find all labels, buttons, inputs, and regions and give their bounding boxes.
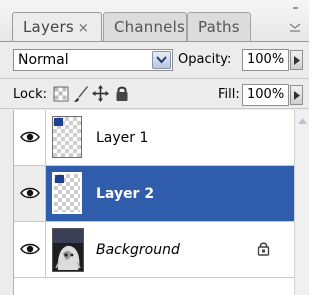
layer-thumbnail <box>52 116 82 158</box>
lock-icon <box>257 242 270 256</box>
fill-field[interactable]: 100% <box>242 84 289 106</box>
layer-name: Layer 2 <box>96 186 155 202</box>
eye-icon <box>20 187 40 199</box>
lock-transparent-icon[interactable] <box>53 86 69 102</box>
layer-row-layer-1[interactable]: Layer 1 <box>14 110 295 166</box>
panel-menu-icon[interactable] <box>287 4 303 34</box>
lock-image-icon[interactable] <box>73 85 90 103</box>
blend-mode-select[interactable]: Normal <box>13 49 173 71</box>
tab-layers-label: Layers <box>23 18 74 36</box>
panel-tab-strip: Layers × Channels Paths <box>0 0 309 42</box>
layer-row-layer-2[interactable]: Layer 2 <box>14 166 295 222</box>
tab-divider <box>0 41 309 42</box>
lock-label: Lock: <box>13 87 48 102</box>
chevron-down-icon[interactable] <box>152 51 171 69</box>
fill-slider-button[interactable] <box>290 85 303 105</box>
lock-position-icon[interactable] <box>92 85 109 102</box>
layer-name: Background <box>96 242 180 258</box>
visibility-toggle[interactable] <box>14 166 46 221</box>
layers-panel: Layers × Channels Paths Normal Opacity: 1… <box>0 0 309 295</box>
opacity-field[interactable]: 100% <box>242 49 289 71</box>
layers-scrollbar[interactable] <box>294 110 309 295</box>
scroll-up-icon[interactable] <box>298 118 307 124</box>
tab-paths[interactable]: Paths <box>187 12 251 42</box>
layer-name: Layer 1 <box>96 130 149 146</box>
fill-label: Fill: <box>218 87 240 102</box>
divider <box>0 78 309 79</box>
tab-layers[interactable]: Layers × <box>12 12 102 42</box>
thumbnail-mark <box>55 175 64 183</box>
layer-thumbnail <box>52 172 82 214</box>
opacity-slider-button[interactable] <box>290 50 303 70</box>
blend-mode-value: Normal <box>18 52 69 68</box>
tab-paths-label: Paths <box>198 18 240 36</box>
thumbnail-mark <box>54 118 63 126</box>
visibility-toggle[interactable] <box>14 110 46 165</box>
eye-icon <box>20 131 40 143</box>
visibility-toggle[interactable] <box>14 222 46 277</box>
close-tab-icon[interactable]: × <box>78 21 89 36</box>
opacity-value: 100% <box>247 52 285 67</box>
lock-all-icon[interactable] <box>115 85 129 102</box>
divider <box>0 108 309 109</box>
opacity-label: Opacity: <box>178 52 232 67</box>
layer-row-background[interactable]: Background <box>14 222 295 278</box>
tab-channels[interactable]: Channels <box>103 12 187 42</box>
background-photo-thumbnail <box>52 228 84 272</box>
eye-icon <box>20 243 40 255</box>
fill-value: 100% <box>247 87 285 102</box>
tab-channels-label: Channels <box>114 18 185 36</box>
layers-list: Layer 1 Layer 2 Background <box>13 110 295 295</box>
